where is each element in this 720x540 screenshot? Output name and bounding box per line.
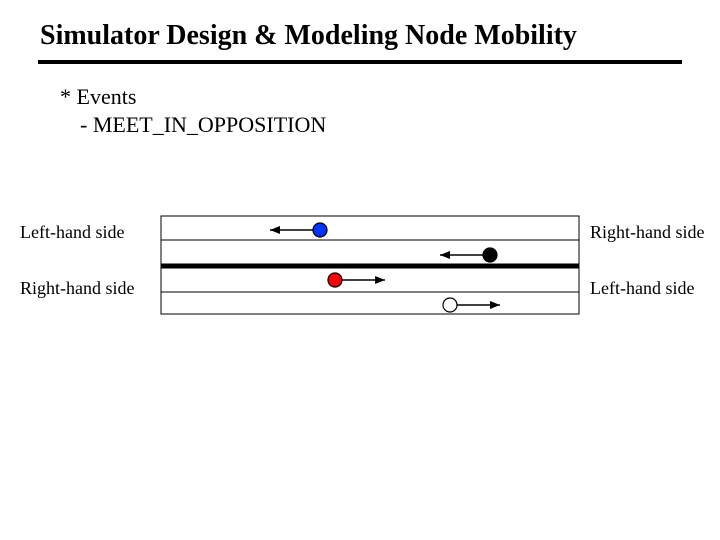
- page-title: Simulator Design & Modeling Node Mobilit…: [40, 20, 680, 52]
- label-left-bottom: Right-hand side: [20, 278, 135, 299]
- slide: Simulator Design & Modeling Node Mobilit…: [0, 0, 720, 540]
- blue-circle-arrow-head: [270, 226, 280, 234]
- title-underline: [38, 60, 682, 64]
- bullet-event-name: - MEET_IN_OPPOSITION: [80, 112, 326, 138]
- black-circle-arrow-head: [440, 251, 450, 259]
- red-circle: [328, 273, 342, 287]
- lane-diagram: [160, 215, 580, 315]
- bullet-events-header: * Events: [60, 84, 136, 110]
- black-circle: [483, 248, 497, 262]
- label-right-bottom: Left-hand side: [590, 278, 694, 299]
- open-circle: [443, 298, 457, 312]
- label-left-top: Left-hand side: [20, 222, 124, 243]
- label-right-top: Right-hand side: [590, 222, 705, 243]
- red-circle-arrow-head: [375, 276, 385, 284]
- open-circle-arrow-head: [490, 301, 500, 309]
- blue-circle: [313, 223, 327, 237]
